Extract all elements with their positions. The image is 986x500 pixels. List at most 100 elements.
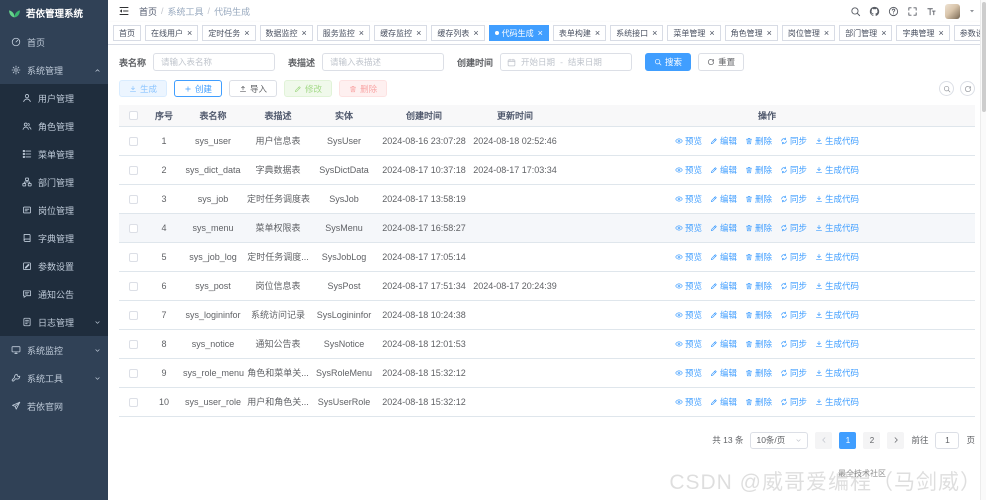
- close-icon[interactable]: ×: [473, 29, 478, 38]
- row-checkbox[interactable]: [129, 340, 138, 349]
- tab-item[interactable]: 缓存监控×: [374, 25, 427, 41]
- preview-link[interactable]: 预览: [675, 280, 702, 292]
- delete-link[interactable]: 删除: [745, 164, 772, 176]
- gen-code-link[interactable]: 生成代码: [815, 396, 859, 408]
- edit-link[interactable]: 编辑: [710, 251, 737, 263]
- delete-link[interactable]: 删除: [745, 251, 772, 263]
- sidebar-item[interactable]: 系统工具: [0, 364, 108, 392]
- sidebar-item[interactable]: 字典管理: [0, 224, 108, 252]
- sync-link[interactable]: 同步: [780, 367, 807, 379]
- create-button[interactable]: 创建: [174, 80, 222, 97]
- gen-code-link[interactable]: 生成代码: [815, 135, 859, 147]
- edit-link[interactable]: 编辑: [710, 222, 737, 234]
- table-row[interactable]: 1sys_user用户信息表SysUser2024-08-16 23:07:28…: [119, 126, 975, 155]
- preview-link[interactable]: 预览: [675, 396, 702, 408]
- reset-button[interactable]: 重置: [698, 53, 744, 71]
- breadcrumb-item[interactable]: 首页: [139, 5, 157, 18]
- select-all-checkbox[interactable]: [129, 111, 138, 120]
- gen-code-link[interactable]: 生成代码: [815, 193, 859, 205]
- preview-link[interactable]: 预览: [675, 135, 702, 147]
- edit-link[interactable]: 编辑: [710, 367, 737, 379]
- row-checkbox[interactable]: [129, 398, 138, 407]
- gen-code-link[interactable]: 生成代码: [815, 338, 859, 350]
- delete-link[interactable]: 删除: [745, 280, 772, 292]
- gen-code-link[interactable]: 生成代码: [815, 309, 859, 321]
- tab-item[interactable]: 缓存列表×: [431, 25, 484, 41]
- sidebar-item[interactable]: 系统管理: [0, 56, 108, 84]
- sidebar-item[interactable]: 系统监控: [0, 336, 108, 364]
- sync-link[interactable]: 同步: [780, 251, 807, 263]
- row-checkbox[interactable]: [129, 369, 138, 378]
- edit-link[interactable]: 编辑: [710, 135, 737, 147]
- delete-button[interactable]: 删除: [339, 80, 387, 97]
- edit-link[interactable]: 编辑: [710, 193, 737, 205]
- caret-down-icon[interactable]: [968, 7, 976, 15]
- user-avatar[interactable]: [945, 4, 960, 19]
- fullscreen-icon[interactable]: [907, 6, 918, 17]
- table-row[interactable]: 4sys_menu菜单权限表SysMenu2024-08-17 16:58:27…: [119, 213, 975, 242]
- tab-item[interactable]: 首页: [113, 25, 141, 41]
- edit-link[interactable]: 编辑: [710, 396, 737, 408]
- search-button[interactable]: 搜索: [645, 53, 691, 71]
- preview-link[interactable]: 预览: [675, 367, 702, 379]
- modify-button[interactable]: 修改: [284, 80, 332, 97]
- preview-link[interactable]: 预览: [675, 251, 702, 263]
- page-size-select[interactable]: 10条/页: [750, 432, 808, 449]
- gen-code-link[interactable]: 生成代码: [815, 280, 859, 292]
- tab-item[interactable]: 代码生成×: [489, 25, 549, 41]
- tab-item[interactable]: 定时任务×: [202, 25, 255, 41]
- sidebar-item[interactable]: 菜单管理: [0, 140, 108, 168]
- close-icon[interactable]: ×: [595, 29, 600, 38]
- tab-item[interactable]: 服务监控×: [317, 25, 370, 41]
- preview-link[interactable]: 预览: [675, 338, 702, 350]
- close-icon[interactable]: ×: [416, 29, 421, 38]
- goto-page-input[interactable]: [935, 432, 959, 449]
- close-icon[interactable]: ×: [881, 29, 886, 38]
- edit-link[interactable]: 编辑: [710, 280, 737, 292]
- table-row[interactable]: 7sys_logininfor系统访问记录SysLogininfor2024-0…: [119, 300, 975, 329]
- edit-link[interactable]: 编辑: [710, 309, 737, 321]
- sync-link[interactable]: 同步: [780, 309, 807, 321]
- delete-link[interactable]: 删除: [745, 222, 772, 234]
- sync-link[interactable]: 同步: [780, 135, 807, 147]
- question-icon[interactable]: [888, 6, 899, 17]
- tab-item[interactable]: 岗位管理×: [782, 25, 835, 41]
- tab-item[interactable]: 在线用户×: [145, 25, 198, 41]
- gen-code-link[interactable]: 生成代码: [815, 222, 859, 234]
- font-size-icon[interactable]: [926, 6, 937, 17]
- sidebar-item[interactable]: 通知公告: [0, 280, 108, 308]
- sidebar-item[interactable]: 角色管理: [0, 112, 108, 140]
- delete-link[interactable]: 删除: [745, 338, 772, 350]
- sidebar-item[interactable]: 用户管理: [0, 84, 108, 112]
- tab-item[interactable]: 部门管理×: [839, 25, 892, 41]
- table-desc-input[interactable]: [322, 53, 444, 71]
- page-number-button[interactable]: 1: [839, 432, 856, 449]
- close-icon[interactable]: ×: [244, 29, 249, 38]
- close-icon[interactable]: ×: [709, 29, 714, 38]
- sidebar-item[interactable]: 岗位管理: [0, 196, 108, 224]
- close-icon[interactable]: ×: [652, 29, 657, 38]
- close-icon[interactable]: ×: [302, 29, 307, 38]
- tab-item[interactable]: 表单构建×: [553, 25, 606, 41]
- table-row[interactable]: 5sys_job_log定时任务调度...SysJobLog2024-08-17…: [119, 242, 975, 271]
- sync-link[interactable]: 同步: [780, 280, 807, 292]
- sidebar-item[interactable]: 部门管理: [0, 168, 108, 196]
- sync-link[interactable]: 同步: [780, 193, 807, 205]
- close-icon[interactable]: ×: [538, 29, 543, 38]
- table-row[interactable]: 8sys_notice通知公告表SysNotice2024-08-18 12:0…: [119, 329, 975, 358]
- toggle-search-button[interactable]: [939, 81, 954, 96]
- table-row[interactable]: 9sys_role_menu角色和菜单关...SysRoleMenu2024-0…: [119, 358, 975, 387]
- row-checkbox[interactable]: [129, 253, 138, 262]
- sync-link[interactable]: 同步: [780, 164, 807, 176]
- delete-link[interactable]: 删除: [745, 193, 772, 205]
- close-icon[interactable]: ×: [938, 29, 943, 38]
- tab-item[interactable]: 角色管理×: [725, 25, 778, 41]
- close-icon[interactable]: ×: [824, 29, 829, 38]
- table-row[interactable]: 3sys_job定时任务调度表SysJob2024-08-17 13:58:19…: [119, 184, 975, 213]
- prev-page-button[interactable]: [815, 432, 832, 449]
- close-icon[interactable]: ×: [767, 29, 772, 38]
- sync-link[interactable]: 同步: [780, 338, 807, 350]
- table-row[interactable]: 2sys_dict_data字典数据表SysDictData2024-08-17…: [119, 155, 975, 184]
- preview-link[interactable]: 预览: [675, 222, 702, 234]
- search-icon[interactable]: [850, 6, 861, 17]
